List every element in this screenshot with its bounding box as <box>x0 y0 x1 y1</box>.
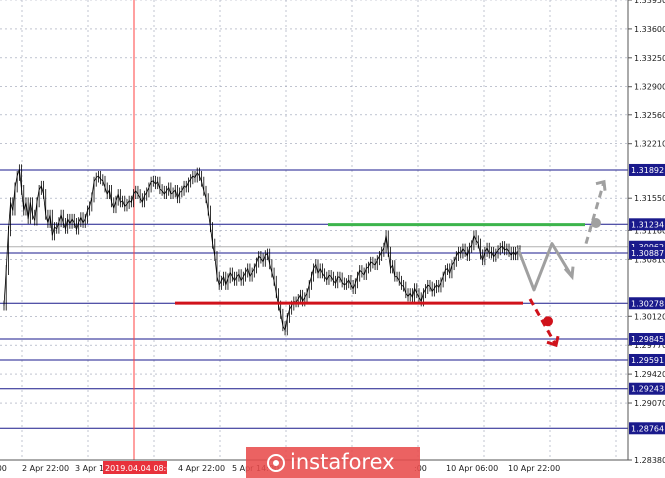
y-tick-label: 1.33950 <box>634 0 665 5</box>
level-label: 1.29243 <box>629 382 665 395</box>
price-chart[interactable]: 1.33950 1.33600 1.33250 1.32900 1.32560 1.322… <box>0 0 665 478</box>
level-label: 1.29845 <box>629 333 665 346</box>
level-label: 1.28764 <box>629 422 665 435</box>
y-tick-label: 1.29420 <box>634 370 665 379</box>
y-tick-label: 1.28380 <box>634 456 665 465</box>
buy-forecast-dot <box>591 217 601 228</box>
y-tick-label: 1.32900 <box>634 83 665 92</box>
x-tick-label: 10 Apr 06:00 <box>446 464 498 473</box>
level-label-text: 1.30887 <box>631 249 664 258</box>
level-label-text: 1.29243 <box>631 385 664 394</box>
level-label: 1.29591 <box>629 353 665 366</box>
y-tick-label: 1.30120 <box>634 312 665 321</box>
level-label: 1.30887 <box>629 246 665 259</box>
cursor-time-label: 2019.04.04 08:00 <box>103 461 176 474</box>
sell-forecast-dot <box>543 316 553 327</box>
level-label-text: 1.31892 <box>631 166 664 175</box>
watermark-brand: instaforex <box>290 450 395 474</box>
cursor-time-text: 2019.04.04 08:00 <box>105 464 176 473</box>
y-tick-label: 1.29070 <box>634 399 665 408</box>
watermark: instaforex <box>246 447 420 478</box>
level-label-text: 1.28764 <box>631 424 664 433</box>
level-label-text: 1.29845 <box>631 335 664 344</box>
y-axis-ticks: 1.33950 1.33600 1.33250 1.32900 1.32560 1.322… <box>628 0 665 465</box>
x-tick-label: 4 Apr 22:00 <box>178 464 225 473</box>
level-label-text: 1.31234 <box>631 220 664 229</box>
y-tick-label: 1.31550 <box>634 194 665 203</box>
level-label-text: 1.29591 <box>631 356 664 365</box>
y-tick-label: 1.32210 <box>634 140 665 149</box>
level-label: 1.31234 <box>629 218 665 231</box>
level-label: 1.31892 <box>629 163 665 176</box>
level-label: 1.30278 <box>629 297 665 310</box>
level-price-labels: 1.318921.312341.309621.308871.302781.298… <box>629 163 665 435</box>
x-tick-label: 2 Apr 22:00 <box>22 464 69 473</box>
y-tick-label: 1.32560 <box>634 111 665 120</box>
level-label-text: 1.30278 <box>631 299 664 308</box>
x-tick-label: 10 Apr 22:00 <box>508 464 560 473</box>
y-tick-label: 1.33250 <box>634 54 665 63</box>
x-tick-label-partial: :00 <box>0 464 7 473</box>
y-tick-label: 1.33600 <box>634 25 665 34</box>
plot-area[interactable] <box>0 0 628 460</box>
